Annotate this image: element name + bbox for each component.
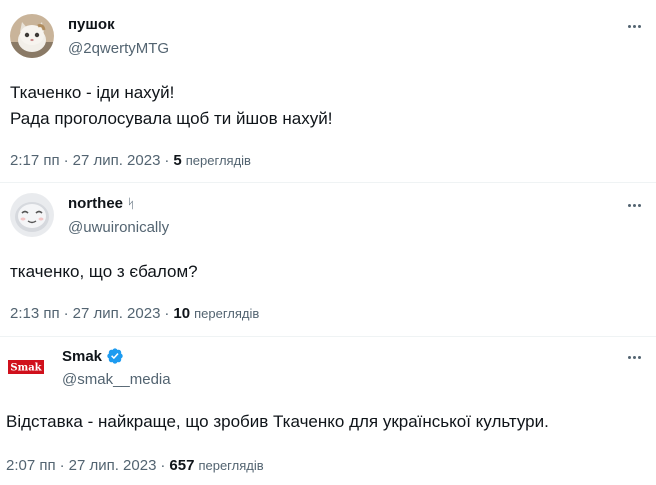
tweet-time[interactable]: 2:13 пп <box>10 305 60 322</box>
user-handle[interactable]: @smak__media <box>62 371 171 388</box>
tweet-text: ткаченко, що з єбалом? <box>10 259 198 285</box>
views-count: 10 <box>173 305 191 322</box>
separator: · <box>63 152 69 169</box>
views-count: 657 <box>169 457 195 474</box>
display-name[interactable]: Smak <box>62 347 124 365</box>
tweet-time[interactable]: 2:07 пп <box>6 457 56 474</box>
user-handle[interactable]: @uwuironically <box>68 219 169 236</box>
more-options-icon[interactable] <box>624 195 644 215</box>
separator: · <box>59 457 65 474</box>
display-name[interactable]: пушок <box>68 16 115 33</box>
cat-avatar-icon <box>10 14 54 58</box>
tweet-date[interactable]: 27 лип. 2023 <box>69 457 157 474</box>
tweet-meta: 2:17 пп · 27 лип. 2023 · 5 переглядів <box>10 152 251 169</box>
avatar-smak[interactable]: Smak <box>4 345 48 389</box>
tweet-time[interactable]: 2:17 пп <box>10 152 60 169</box>
separator: · <box>164 152 170 169</box>
more-options-icon[interactable] <box>624 16 644 36</box>
tweet-date[interactable]: 27 лип. 2023 <box>73 152 161 169</box>
tweet-1[interactable]: пушок @2qwertyMTG Ткаченко - іди нахуй! … <box>0 0 656 182</box>
tweet-text-line: Ткаченко - іди нахуй! <box>10 83 175 102</box>
more-options-icon[interactable] <box>624 347 644 367</box>
user-handle[interactable]: @2qwertyMTG <box>68 40 169 57</box>
tweet-text: Ткаченко - іди нахуй! Рада проголосувала… <box>10 80 332 132</box>
avatar-cartoon[interactable] <box>10 193 54 237</box>
tweet-meta: 2:07 пп · 27 лип. 2023 · 657 переглядів <box>6 457 264 474</box>
smak-logo-text: Smak <box>10 363 42 374</box>
views-count: 5 <box>173 152 182 169</box>
tweet-text: Відставка - найкраще, що зробив Ткаченко… <box>6 409 549 435</box>
verified-badge-icon <box>107 348 123 364</box>
separator: · <box>160 457 166 474</box>
rune-badge-icon: ᛋ <box>127 196 135 211</box>
tweet-3[interactable]: Smak Smak @smak__media Відставка - найкр… <box>0 336 656 485</box>
tweet-meta: 2:13 пп · 27 лип. 2023 · 10 переглядів <box>10 305 259 322</box>
views-label: переглядів <box>185 153 251 168</box>
separator: · <box>164 305 170 322</box>
views-label: переглядів <box>198 458 264 473</box>
separator: · <box>63 305 69 322</box>
tweet-text-line: Рада проголосувала щоб ти йшов нахуй! <box>10 109 333 128</box>
smak-logo-icon: Smak <box>8 360 44 374</box>
display-name[interactable]: northee ᛋ <box>68 195 135 212</box>
tweet-text-line: Відставка - найкраще, що зробив Ткаченко… <box>6 412 549 431</box>
views-label: переглядів <box>194 306 260 321</box>
avatar-cat[interactable] <box>10 14 54 58</box>
tweet-text-line: ткаченко, що з єбалом? <box>10 262 198 281</box>
tweet-2[interactable]: northee ᛋ @uwuironically ткаченко, що з … <box>0 182 656 337</box>
cartoon-face-avatar-icon <box>10 193 54 237</box>
tweet-date[interactable]: 27 лип. 2023 <box>73 305 161 322</box>
